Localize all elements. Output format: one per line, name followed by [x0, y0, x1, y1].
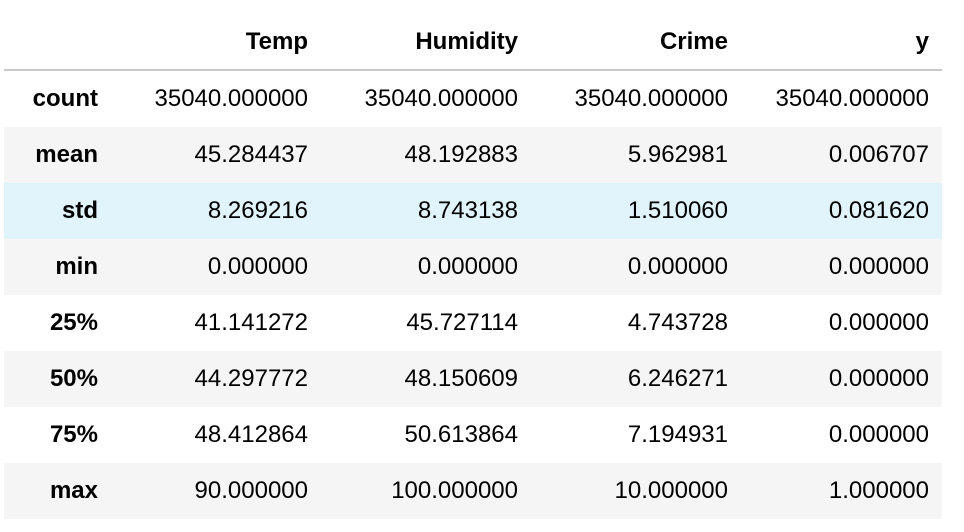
- table-cell: 0.000000: [828, 309, 929, 336]
- column-header-y: y: [741, 14, 942, 71]
- column-header-humidity: Humidity: [321, 14, 531, 71]
- table-cell: 10.000000: [614, 477, 728, 504]
- table-cell: 48.192883: [404, 141, 518, 168]
- table-row: 25% 41.141272 45.727114 4.743728 0.00000…: [4, 295, 942, 351]
- table-cell: 41.141272: [194, 309, 308, 336]
- table-cell: 0.000000: [828, 365, 929, 392]
- table-cell: 8.269216: [207, 197, 308, 224]
- column-header-temp: Temp: [111, 14, 321, 71]
- table-cell: 0.081620: [828, 197, 929, 224]
- table-cell: 44.297772: [194, 365, 308, 392]
- dataframe-describe-table: Temp Humidity Crime y count 35040.000000…: [4, 14, 942, 519]
- table-header: Temp Humidity Crime y: [4, 14, 942, 71]
- table-cell: 90.000000: [194, 477, 308, 504]
- table-cell: 4.743728: [627, 309, 728, 336]
- row-label-50pct: 50%: [49, 365, 98, 392]
- table-cell: 50.613864: [404, 421, 518, 448]
- table-cell: 1.510060: [627, 197, 728, 224]
- table-cell: 0.000000: [828, 421, 929, 448]
- table-cell: 35040.000000: [775, 85, 930, 112]
- table-cell: 1.000000: [828, 477, 929, 504]
- row-label-mean: mean: [35, 141, 98, 168]
- row-label-max: max: [49, 477, 98, 504]
- table-body: count 35040.000000 35040.000000 35040.00…: [4, 70, 942, 519]
- table-row: 50% 44.297772 48.150609 6.246271 0.00000…: [4, 351, 942, 407]
- column-header-crime: Crime: [531, 14, 741, 71]
- index-header: [4, 14, 111, 71]
- row-label-25pct: 25%: [49, 309, 98, 336]
- table-cell: 0.000000: [828, 253, 929, 280]
- table-cell: 35040.000000: [364, 85, 519, 112]
- table-cell: 48.412864: [194, 421, 308, 448]
- table-cell: 35040.000000: [574, 85, 729, 112]
- row-label-75pct: 75%: [49, 421, 98, 448]
- table-cell: 0.000000: [417, 253, 518, 280]
- table-cell: 8.743138: [417, 197, 518, 224]
- header-row: Temp Humidity Crime y: [4, 14, 942, 71]
- table-row: count 35040.000000 35040.000000 35040.00…: [4, 70, 942, 127]
- table-cell: 45.727114: [406, 309, 518, 336]
- table-row: min 0.000000 0.000000 0.000000 0.000000: [4, 239, 942, 295]
- table-cell: 0.000000: [627, 253, 728, 280]
- table-cell: 48.150609: [404, 365, 518, 392]
- table-cell: 45.284437: [194, 141, 308, 168]
- table-row: max 90.000000 100.000000 10.000000 1.000…: [4, 463, 942, 519]
- table-cell: 100.000000: [391, 477, 518, 504]
- table-cell: 6.246271: [627, 365, 728, 392]
- row-label-count: count: [32, 85, 98, 112]
- table-cell: 7.194931: [627, 421, 728, 448]
- table-cell: 0.006707: [828, 141, 929, 168]
- table-row: 75% 48.412864 50.613864 7.194931 0.00000…: [4, 407, 942, 463]
- table-row-hovered: std 8.269216 8.743138 1.510060 0.081620: [4, 183, 942, 239]
- table-row: mean 45.284437 48.192883 5.962981 0.0067…: [4, 127, 942, 183]
- row-label-std: std: [62, 197, 98, 224]
- table-cell: 35040.000000: [154, 85, 309, 112]
- table-cell: 5.962981: [627, 141, 728, 168]
- table-cell: 0.000000: [207, 253, 308, 280]
- row-label-min: min: [55, 253, 98, 280]
